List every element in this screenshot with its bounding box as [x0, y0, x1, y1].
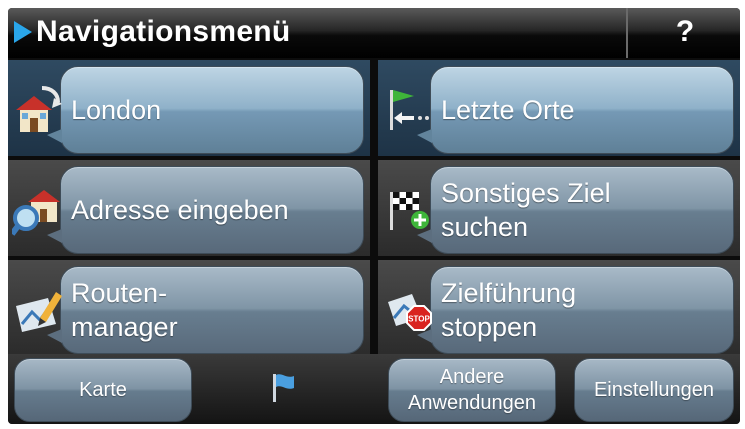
route-manager-line1: Routen- — [71, 278, 168, 308]
checkered-flag-add-icon — [390, 192, 429, 230]
svg-text:STOP: STOP — [408, 315, 430, 324]
play-arrow-icon — [14, 21, 32, 43]
stop-guidance-line2: stoppen — [441, 312, 538, 342]
title-bar: Navigationsmenü ? — [8, 8, 740, 58]
other-apps-button[interactable]: Andere Anwendungen — [388, 358, 556, 422]
other-apps-line1: Andere — [439, 366, 505, 388]
other-destination-button[interactable]: Sonstiges Ziel suchen — [417, 166, 734, 254]
menu-item-other-destination[interactable]: Sonstiges Ziel suchen — [378, 160, 740, 256]
stop-guidance-label: Zielführung stoppen — [441, 267, 729, 353]
other-destination-line2: suchen — [441, 212, 529, 242]
stop-guidance-button[interactable]: Zielführung stoppen — [417, 266, 734, 354]
home-icon — [16, 86, 62, 132]
page-title: Navigationsmenü — [36, 15, 291, 48]
last-places-button[interactable]: Letzte Orte — [417, 66, 734, 154]
other-destination-label: Sonstiges Ziel suchen — [441, 167, 729, 253]
help-button[interactable]: ? — [628, 8, 740, 58]
menu-item-route-manager[interactable]: Routen- manager — [8, 260, 370, 356]
menu-item-address[interactable]: Adresse eingeben — [8, 160, 370, 256]
london-button[interactable]: London — [47, 66, 364, 154]
navigation-screen: Navigationsmenü ? London Letzte Orte Adr… — [8, 8, 740, 424]
map-button-label: Karte — [79, 379, 127, 401]
route-map-pencil-icon — [16, 292, 62, 332]
menu-item-stop-guidance[interactable]: Zielführung stoppen STOP — [378, 260, 740, 356]
last-places-label: Letzte Orte — [441, 95, 575, 125]
route-manager-line2: manager — [71, 312, 178, 342]
menu-item-last-places[interactable]: Letzte Orte — [378, 60, 740, 156]
help-area: ? — [626, 8, 740, 58]
house-search-icon — [12, 190, 60, 236]
other-apps-line2: Anwendungen — [408, 392, 536, 414]
settings-button[interactable]: Einstellungen — [574, 358, 734, 422]
settings-button-label: Einstellungen — [593, 379, 715, 401]
menu-item-london[interactable]: London — [8, 60, 370, 156]
route-manager-button[interactable]: Routen- manager — [47, 266, 364, 354]
flag-arrow-icon — [390, 90, 429, 130]
bottom-bar: Karte Andere Anwendungen Einstellungen — [8, 354, 740, 424]
address-label: Adresse eingeben — [71, 195, 289, 225]
stop-sign-icon: STOP — [388, 294, 432, 331]
other-destination-line1: Sonstiges Ziel — [441, 178, 611, 208]
address-button[interactable]: Adresse eingeben — [47, 166, 364, 254]
map-button[interactable]: Karte — [14, 358, 192, 422]
route-manager-label: Routen- manager — [71, 267, 359, 353]
london-label: London — [71, 95, 162, 125]
stop-guidance-line1: Zielführung — [441, 278, 577, 308]
flag-icon[interactable] — [270, 372, 296, 404]
